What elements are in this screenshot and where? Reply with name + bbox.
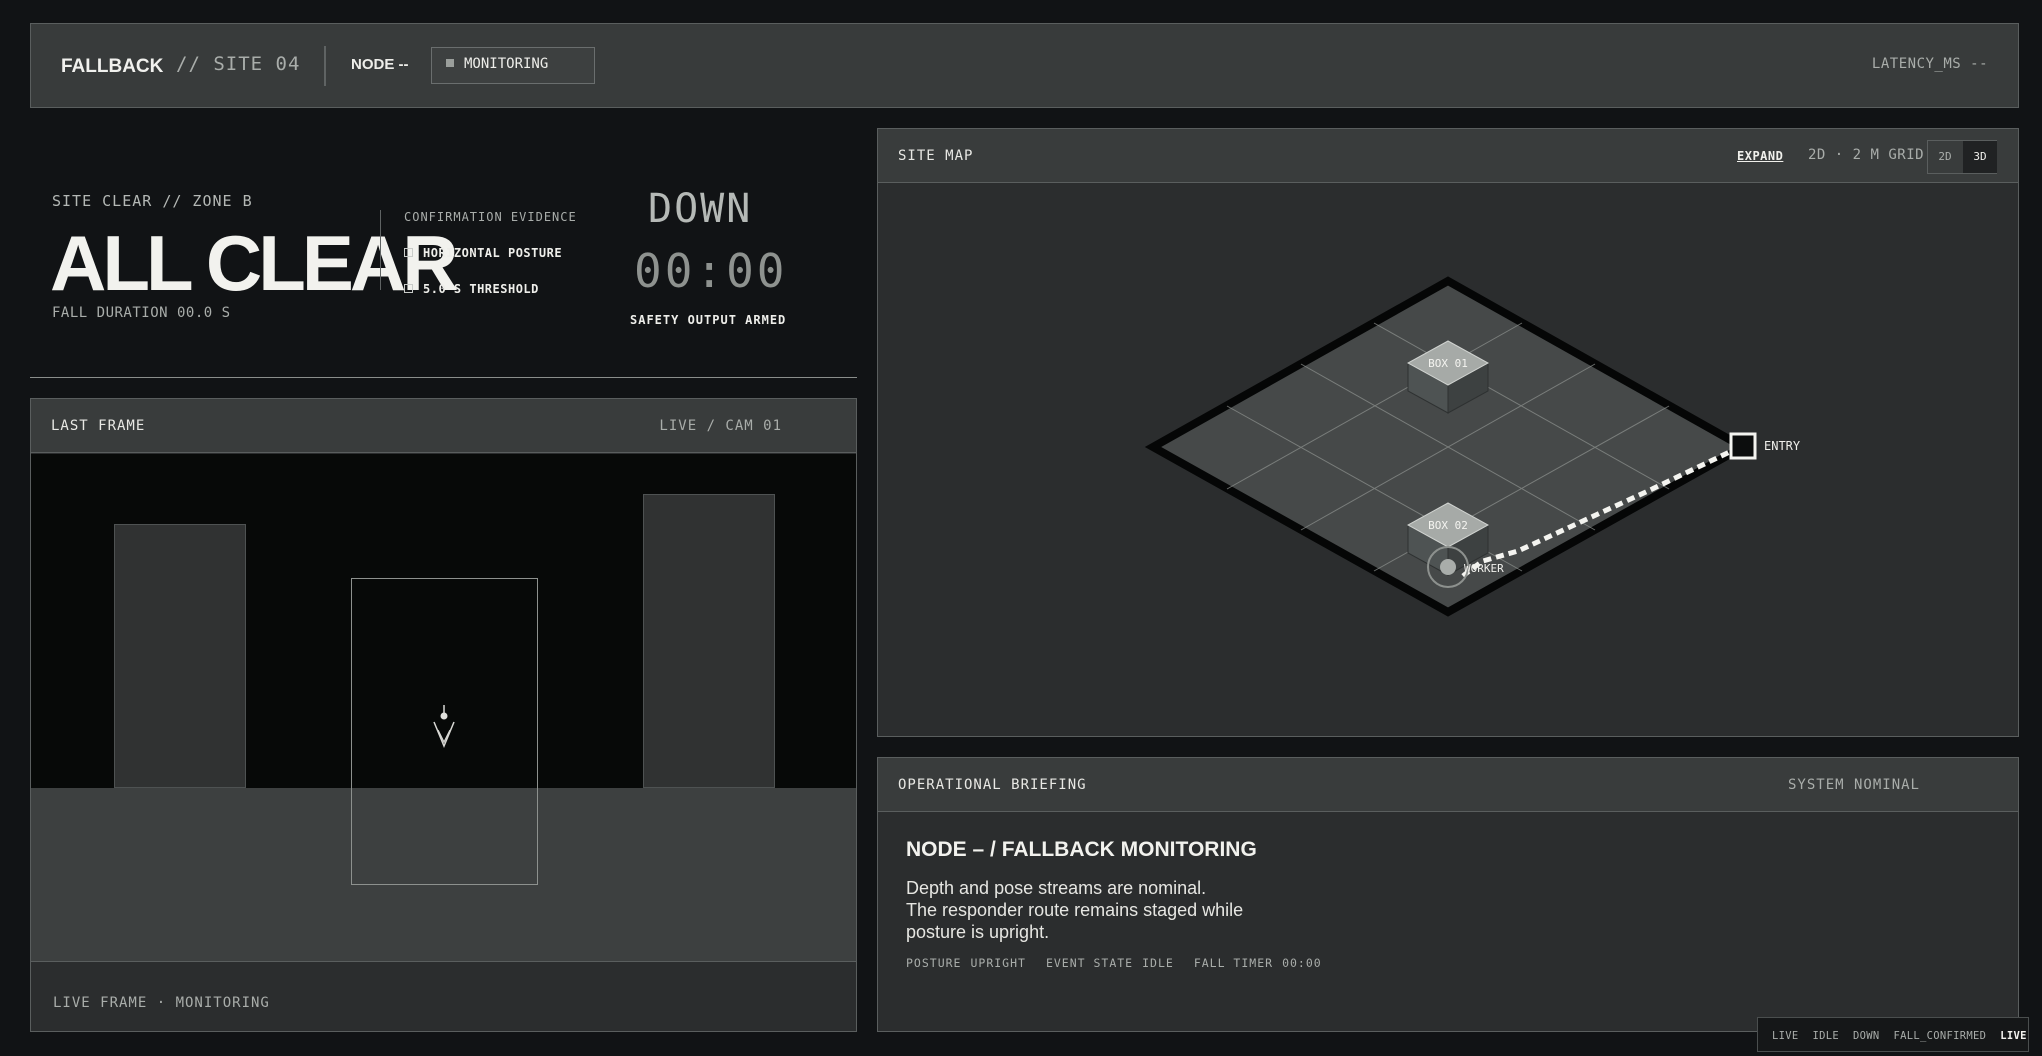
briefing-stats: POSTURE UPRIGHT EVENT STATE IDLE FALL TIMER 0… <box>906 956 1331 970</box>
zone-status: SITE CLEAR // ZONE B <box>52 192 253 210</box>
down-timer: 00:00 <box>634 244 788 298</box>
entry-marker-icon <box>1729 432 1757 460</box>
safety-output-status: SAFETY OUTPUT ARMED <box>630 313 787 327</box>
view-toggle: 2D 3D <box>1927 140 1997 174</box>
status-headline: ALL CLEAR <box>50 219 459 307</box>
last-frame-title: LAST FRAME <box>51 418 146 434</box>
top-header: FALLBACK // SITE 04 NODE -- MONITORING L… <box>30 23 2019 108</box>
last-frame-panel: LAST FRAME LIVE / CAM 01 LIVE FRAME · MO… <box>30 398 857 1032</box>
posture-label: POSTURE <box>906 956 962 970</box>
worker-marker-icon <box>1440 559 1456 575</box>
camera-feed[interactable] <box>31 454 856 961</box>
latency-readout: LATENCY_MS -- <box>1871 56 1988 72</box>
site-label: // SITE 04 <box>176 53 301 75</box>
evidence-label: HORIZONTAL POSTURE <box>423 246 563 260</box>
feed-pillar-left <box>114 524 246 788</box>
expand-button[interactable]: EXPAND <box>1737 149 1783 163</box>
isometric-site-map[interactable]: BOX 01 BOX 02 ENTRY WORKER <box>878 184 2018 736</box>
mode-label: MONITORING <box>464 56 549 72</box>
state-bar: LIVE IDLE DOWN FALL_CONFIRMED LIVE <box>1757 1017 2029 1052</box>
evidence-title: CONFIRMATION EVIDENCE <box>404 210 577 224</box>
status-dot-icon <box>446 59 454 67</box>
event-state-label: EVENT STATE <box>1045 956 1134 970</box>
person-figure-icon <box>433 705 455 748</box>
entry-label: ENTRY <box>1764 439 1801 453</box>
site-map-title: SITE MAP <box>898 148 974 164</box>
posture-value: UPRIGHT <box>970 956 1026 970</box>
briefing-headline: NODE – / FALLBACK MONITORING <box>906 838 1257 861</box>
briefing-line: posture is upright. <box>906 922 1050 942</box>
state-live[interactable]: LIVE <box>1772 1030 1799 1042</box>
view-3d-button[interactable]: 3D <box>1963 141 1997 173</box>
box-01-label: BOX 01 <box>1428 357 1468 370</box>
fall-duration: FALL DURATION 00.0 S <box>52 305 231 321</box>
grid-scale-label: 2D · 2 M GRID <box>1808 147 1925 163</box>
mode-selector[interactable]: MONITORING <box>431 47 595 84</box>
briefing-title: OPERATIONAL BRIEFING <box>898 777 1087 793</box>
worker-label: WORKER <box>1464 562 1504 575</box>
view-2d-button[interactable]: 2D <box>1928 141 1962 173</box>
system-status: SYSTEM NOMINAL <box>1787 777 1920 793</box>
brand-label: FALLBACK <box>61 56 164 77</box>
feed-footer-label: LIVE FRAME · MONITORING <box>53 995 270 1011</box>
briefing-line: Depth and pose streams are nominal. <box>906 878 1207 898</box>
state-down[interactable]: DOWN <box>1853 1030 1880 1042</box>
evidence-item-posture: HORIZONTAL POSTURE <box>404 246 562 260</box>
briefing-header: OPERATIONAL BRIEFING SYSTEM NOMINAL <box>878 758 2018 812</box>
state-idle[interactable]: IDLE <box>1813 1030 1840 1042</box>
camera-label: LIVE / CAM 01 <box>659 418 782 434</box>
header-divider <box>324 46 326 86</box>
site-map-panel: SITE MAP EXPAND 2D · 2 M GRID 2D 3D BOX … <box>877 128 2019 737</box>
section-divider <box>30 377 857 378</box>
evidence-item-threshold: 5.0 S THRESHOLD <box>404 282 539 296</box>
briefing-body: Depth and pose streams are nominal. The … <box>906 877 1306 943</box>
state-fall-confirmed[interactable]: FALL_CONFIRMED <box>1894 1030 1987 1042</box>
last-frame-header: LAST FRAME LIVE / CAM 01 <box>31 399 856 453</box>
feed-pillar-right <box>643 494 775 788</box>
state-active: LIVE <box>2000 1030 2027 1042</box>
checkbox-icon <box>404 284 413 293</box>
evidence-label: 5.0 S THRESHOLD <box>423 282 539 296</box>
briefing-line: The responder route remains staged while <box>906 900 1244 920</box>
feed-footer-divider <box>31 961 856 962</box>
evidence-divider <box>380 210 381 290</box>
node-label: NODE -- <box>351 56 409 73</box>
briefing-panel: OPERATIONAL BRIEFING SYSTEM NOMINAL NODE… <box>877 757 2019 1032</box>
box-02-label: BOX 02 <box>1428 519 1468 532</box>
event-state-value: IDLE <box>1142 956 1174 970</box>
checkbox-icon <box>404 248 413 257</box>
site-map-header: SITE MAP EXPAND 2D · 2 M GRID 2D 3D <box>878 129 2018 183</box>
fall-timer-label: FALL TIMER <box>1193 956 1274 970</box>
fall-timer-value: 00:00 <box>1282 956 1322 970</box>
down-label: DOWN <box>648 186 753 232</box>
